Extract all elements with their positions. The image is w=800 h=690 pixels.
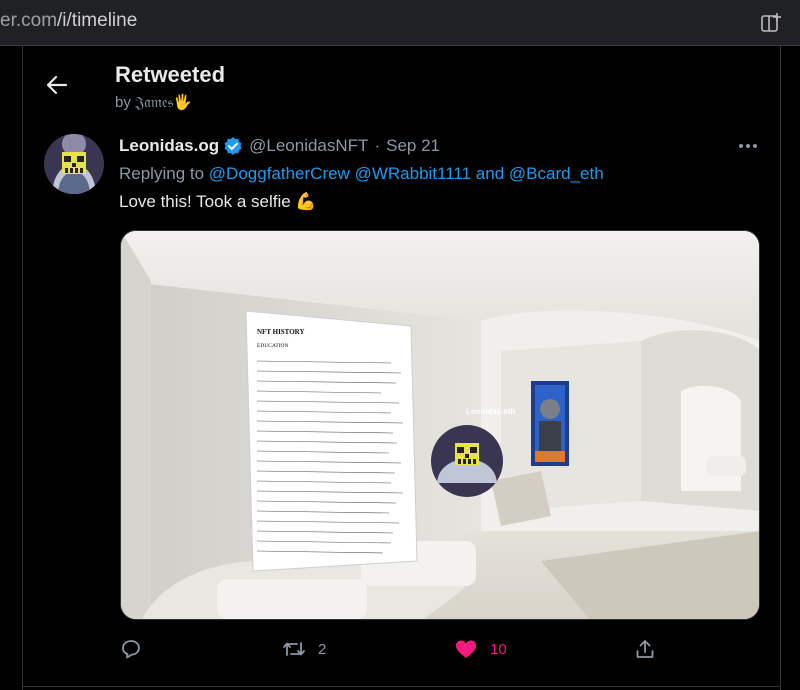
gallery-scene-image: NFT HISTORY EDUCATION Leonidas.eth <box>121 231 759 619</box>
replying-to-line: Replying to @DoggfatherCrew @WRabbit1111… <box>119 164 604 184</box>
doc-title: NFT HISTORY <box>257 328 305 336</box>
author-handle[interactable]: @LeonidasNFT <box>249 136 368 156</box>
more-options-button[interactable] <box>734 135 762 157</box>
share-button[interactable] <box>634 636 656 662</box>
doc-subtitle: EDUCATION <box>257 343 288 349</box>
separator-dot: · <box>374 136 381 155</box>
tweet-date[interactable]: Sep 21 <box>386 136 440 156</box>
column-border-right <box>780 46 781 690</box>
url-path: /i/timeline <box>57 10 138 31</box>
reply-icon <box>122 640 140 659</box>
in-scene-avatar-label: Leonidas.eth <box>466 407 515 416</box>
avatar[interactable] <box>44 134 104 194</box>
url-domain: er.com <box>0 10 58 31</box>
retweet-count: 2 <box>318 640 327 658</box>
tab-actions-icon[interactable] <box>760 12 782 34</box>
author-display-name[interactable]: Leonidas.og <box>119 136 219 156</box>
waving-hand-emoji: 🖐 <box>173 94 192 111</box>
tweet-author-line: Leonidas.og @LeonidasNFT · Sep 21 <box>119 136 440 156</box>
reply-button[interactable] <box>120 636 154 662</box>
mention-wrabbit1111[interactable]: @WRabbit1111 <box>355 164 471 183</box>
mention-doggfathercrew[interactable]: @DoggfatherCrew <box>209 164 350 183</box>
verified-badge-icon <box>224 137 242 155</box>
retweet-icon <box>283 642 305 656</box>
mention-bcard-eth[interactable]: @Bcard_eth <box>509 164 604 183</box>
retweeted-by-label: by 𝔍𝔞𝔪𝔢𝔰🖐 <box>115 93 192 111</box>
like-button[interactable]: 10 <box>454 636 507 662</box>
flexed-biceps-emoji: 💪 <box>295 192 317 211</box>
retweet-button[interactable]: 2 <box>282 636 326 662</box>
column-border-left <box>22 46 23 690</box>
like-count: 10 <box>490 640 507 658</box>
skull-avatar-image <box>44 134 104 194</box>
tweet-divider <box>22 686 780 687</box>
tweet-media-image[interactable]: NFT HISTORY EDUCATION Leonidas.eth <box>120 230 760 620</box>
url-text[interactable]: er.com/i/timeline <box>0 10 137 32</box>
page-title: Retweeted <box>115 62 226 87</box>
more-dots-icon <box>739 144 743 148</box>
tweet-body: Love this! Took a selfie <box>119 192 291 211</box>
back-button[interactable] <box>40 68 74 102</box>
tweet-text: Love this! Took a selfie 💪 <box>119 192 317 212</box>
and-label[interactable]: and <box>476 164 504 183</box>
arrow-left-icon <box>46 75 68 95</box>
retweeter-name: by 𝔍𝔞𝔪𝔢𝔰 <box>115 94 174 111</box>
share-icon <box>636 640 654 658</box>
browser-address-bar[interactable]: er.com/i/timeline <box>0 0 800 46</box>
replying-to-label: Replying to <box>119 164 205 183</box>
heart-icon <box>456 640 476 658</box>
